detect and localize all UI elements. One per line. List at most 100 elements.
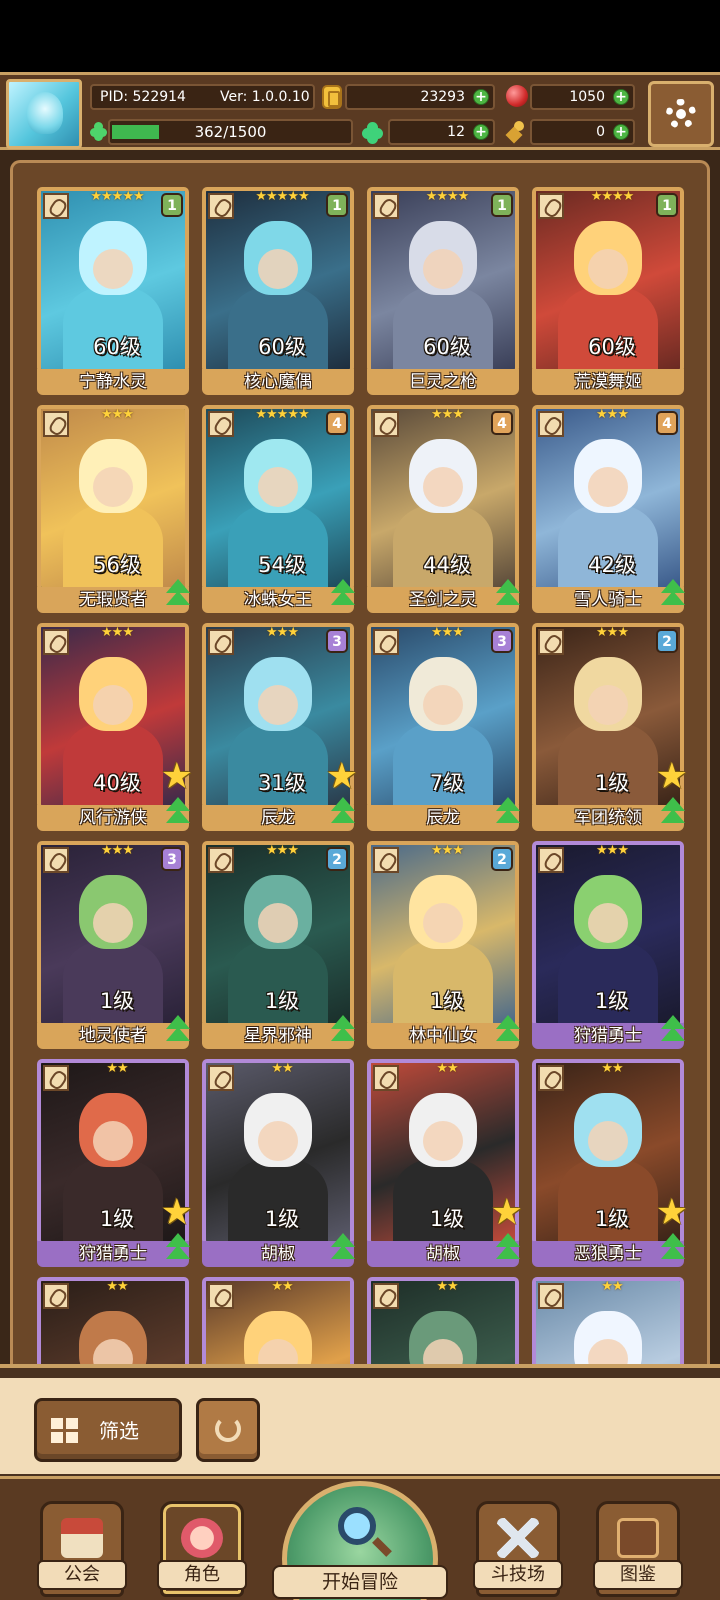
hero-portrait-frame: ★★★★★ 4 54级 [202, 405, 354, 591]
book-icon [617, 1518, 659, 1558]
hero-portrait-frame: ★★★ 4 42级 [532, 405, 684, 591]
hero-level: 1级 [429, 989, 465, 1013]
add-clovers-button[interactable]: + [473, 124, 489, 140]
hero-rank-badge: 4 [656, 411, 678, 435]
hero-rank-badge: 1 [491, 193, 513, 217]
level-up-arrow-icon [491, 1013, 525, 1047]
hero-card[interactable]: ★★ [367, 1277, 519, 1370]
hero-portrait-frame: ★★★★ 1 60级 [367, 187, 519, 373]
hero-card[interactable]: ★★ 1级 狩猎勇士 ★ [37, 1059, 193, 1267]
hero-portrait-frame: ★★ [532, 1277, 684, 1370]
star-upgrade-icon: ★ [655, 756, 688, 797]
hero-card[interactable]: ★★ 1级 胡椒 [202, 1059, 355, 1267]
nav-character[interactable]: 角色 [157, 1501, 247, 1597]
filter-bar: 筛选 [0, 1364, 720, 1476]
start-adventure-label: 开始冒险 [272, 1565, 448, 1599]
gear-icon [666, 99, 696, 129]
hero-rank-badge: 2 [326, 847, 348, 871]
hero-card[interactable]: ★★★★ 1 60级 荒漠舞姬 [532, 187, 684, 395]
hero-stars: ★★★ [101, 625, 134, 640]
hero-card[interactable]: ★★★ 4 42级 雪人骑士 [532, 405, 685, 613]
hero-card[interactable]: ★★★ 2 1级 军团统领 ★ [532, 623, 688, 831]
player-info: PID: 522914 Ver: 1.0.0.10 [90, 84, 315, 110]
nav-guild[interactable]: 公会 [37, 1501, 127, 1597]
hero-card[interactable]: ★★ 1级 胡椒 ★ [367, 1059, 523, 1267]
hero-card[interactable]: ★★ [532, 1277, 684, 1370]
reset-filter-button[interactable] [196, 1398, 260, 1462]
hero-card[interactable]: ★★★★ 1 60级 巨灵之枪 [367, 187, 519, 395]
hero-level: 1级 [264, 989, 300, 1013]
add-keys-button[interactable]: + [613, 124, 629, 140]
level-up-arrow-icon [326, 795, 360, 829]
hero-level: 1级 [264, 1207, 300, 1231]
hero-card[interactable]: ★★★★★ 1 60级 宁静水灵 [37, 187, 189, 395]
hero-portrait-frame: ★★★ 1级 [532, 841, 684, 1027]
hero-roster-panel: ★★★★★ 1 60级 宁静水灵 ★★★★★ 1 60级 核心魔偶 ★★★★ 1 60级 巨灵之枪 ★★… [0, 150, 720, 1370]
hero-portrait-frame: ★★★ 2 1级 [367, 841, 519, 1027]
hero-name: 荒漠舞姬 [532, 369, 684, 395]
hero-card[interactable]: ★★ 1级 恶狼勇士 ★ [532, 1059, 688, 1267]
crossed-swords-icon [497, 1518, 539, 1558]
energy-clover-icon [90, 122, 108, 141]
level-up-arrow-icon [326, 1231, 360, 1265]
hero-level: 60级 [258, 335, 306, 359]
hero-portrait-frame: ★★★★ 1 60级 [532, 187, 684, 373]
gem-counter: 1050 + [530, 84, 635, 110]
level-up-arrow-icon [161, 1013, 195, 1047]
nav-arena[interactable]: 斗技场 [473, 1501, 563, 1597]
ruby-gem-icon [506, 85, 528, 107]
nav-codex[interactable]: 图鉴 [593, 1501, 683, 1597]
filter-button[interactable]: 筛选 [34, 1398, 182, 1462]
level-up-arrow-icon [491, 577, 525, 611]
hero-card[interactable]: ★★★ 3 31级 辰龙 ★ [202, 623, 358, 831]
gold-counter: 23293 + [345, 84, 495, 110]
hero-card[interactable]: ★★★★★ 1 60级 核心魔偶 [202, 187, 354, 395]
hero-portrait-frame: ★★ [202, 1277, 354, 1370]
hero-level: 54级 [258, 553, 306, 577]
hero-portrait-frame: ★★★ 3 1级 [37, 841, 189, 1027]
bottom-nav: 公会 角色 开始冒险 斗技场 图鉴 [0, 1476, 720, 1600]
hero-card[interactable]: ★★★ 40级 风行游侠 ★ [37, 623, 193, 831]
add-gold-button[interactable]: + [473, 89, 489, 105]
hero-portrait-frame: ★★★ 4 44级 [367, 405, 519, 591]
hero-card[interactable]: ★★★ 2 1级 星界邪神 [202, 841, 355, 1049]
hero-portrait-frame: ★★★★★ 1 60级 [202, 187, 354, 373]
hero-name: 宁静水灵 [37, 369, 189, 395]
hero-card[interactable]: ★★★ 3 7级 辰龙 [367, 623, 520, 831]
hero-card[interactable]: ★★★ 4 44级 圣剑之灵 [367, 405, 520, 613]
hero-portrait-frame: ★★ [37, 1277, 189, 1370]
level-up-arrow-icon [656, 795, 690, 829]
hero-level: 44级 [423, 553, 471, 577]
hero-portrait-frame: ★★★ 3 7级 [367, 623, 519, 809]
hero-rank-badge: 4 [491, 411, 513, 435]
add-gems-button[interactable]: + [613, 89, 629, 105]
level-up-arrow-icon [161, 795, 195, 829]
hero-rank-badge: 1 [326, 193, 348, 217]
hero-roster-scroll[interactable]: ★★★★★ 1 60级 宁静水灵 ★★★★★ 1 60级 核心魔偶 ★★★★ 1 60级 巨灵之枪 ★★… [10, 160, 710, 1370]
hero-card[interactable]: ★★ [37, 1277, 189, 1370]
level-up-arrow-icon [161, 1231, 195, 1265]
hero-card[interactable]: ★★ [202, 1277, 354, 1370]
status-bar-area [0, 0, 720, 72]
star-upgrade-icon: ★ [490, 1192, 523, 1233]
energy-bar: 362/1500 [108, 119, 353, 145]
hero-card[interactable]: ★★★ 56级 无瑕贤者 [37, 405, 190, 613]
start-adventure-button[interactable]: 开始冒险 [272, 1481, 448, 1600]
clover-amount: 12 [447, 124, 465, 140]
magnifier-icon [338, 1507, 376, 1545]
player-avatar[interactable] [6, 79, 82, 149]
hero-card[interactable]: ★★★★★ 4 54级 冰蛛女王 [202, 405, 355, 613]
nav-character-label: 角色 [157, 1560, 247, 1590]
hero-card[interactable]: ★★★ 3 1级 地灵使者 [37, 841, 190, 1049]
hero-rank-badge: 1 [161, 193, 183, 217]
hero-card[interactable]: ★★★ 1级 狩猎勇士 [532, 841, 685, 1049]
hero-level: 56级 [93, 553, 141, 577]
player-id: PID: 522914 [100, 89, 186, 105]
hero-level: 60级 [588, 335, 636, 359]
clover-counter: 12 + [388, 119, 495, 145]
settings-button[interactable] [648, 81, 714, 147]
gem-amount: 1050 [569, 89, 605, 105]
hero-card[interactable]: ★★★ 2 1级 林中仙女 [367, 841, 520, 1049]
hero-stars: ★★ [436, 1061, 458, 1076]
level-up-arrow-icon [326, 577, 360, 611]
